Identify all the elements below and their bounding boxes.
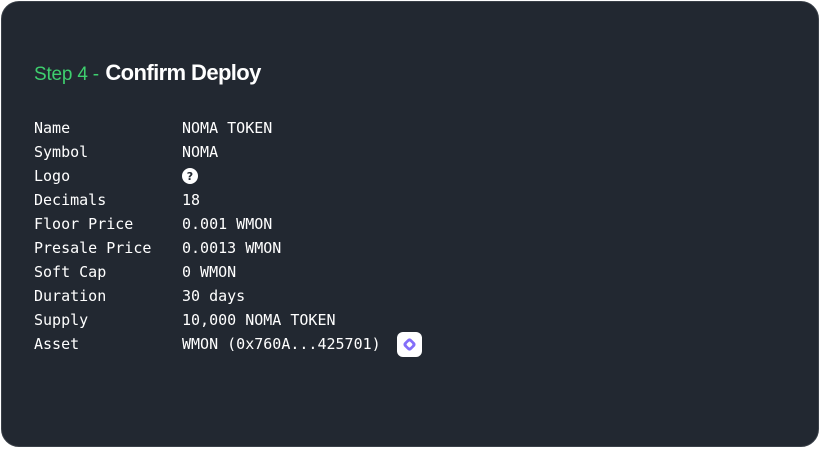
row-value: 0 WMON	[182, 263, 237, 281]
row-value: NOMA TOKEN	[182, 119, 273, 137]
monad-logo-icon[interactable]	[396, 331, 422, 357]
row-label: Soft Cap	[34, 263, 107, 281]
row-label: Symbol	[34, 143, 89, 161]
token-summary: Name NOMA TOKEN Symbol NOMA Logo ? Decim…	[34, 116, 422, 357]
confirm-deploy-card: Step 4 - Confirm Deploy Name NOMA TOKEN …	[1, 1, 819, 447]
step-indicator: Step 4 -	[34, 64, 99, 85]
row-value: WMON (0x760A...425701)	[182, 331, 422, 357]
summary-row-asset: Asset WMON (0x760A...425701)	[34, 331, 422, 357]
row-label: Duration	[34, 287, 107, 305]
summary-row-logo: Logo ?	[34, 164, 422, 188]
summary-row-soft-cap: Soft Cap 0 WMON	[34, 260, 422, 284]
row-value: 18	[182, 191, 201, 209]
row-label: Presale Price	[34, 239, 152, 257]
row-value: 10,000 NOMA TOKEN	[182, 311, 336, 329]
asset-address: WMON (0x760A...425701)	[182, 335, 381, 353]
summary-row-name: Name NOMA TOKEN	[34, 116, 422, 140]
page-title: Confirm Deploy	[105, 60, 261, 85]
row-label: Decimals	[34, 191, 107, 209]
row-label: Asset	[34, 335, 80, 353]
row-label: Supply	[34, 311, 89, 329]
summary-row-presale-price: Presale Price 0.0013 WMON	[34, 236, 422, 260]
row-value: 0.0013 WMON	[182, 239, 282, 257]
question-mark-icon[interactable]: ?	[182, 168, 198, 184]
summary-row-decimals: Decimals 18	[34, 188, 422, 212]
step-header: Step 4 - Confirm Deploy	[34, 60, 261, 86]
row-label: Floor Price	[34, 215, 134, 233]
summary-row-duration: Duration 30 days	[34, 284, 422, 308]
row-label: Logo	[34, 167, 71, 185]
row-label: Name	[34, 119, 71, 137]
row-value: NOMA	[182, 143, 219, 161]
summary-row-symbol: Symbol NOMA	[34, 140, 422, 164]
summary-row-supply: Supply 10,000 NOMA TOKEN	[34, 308, 422, 332]
row-value: 0.001 WMON	[182, 215, 273, 233]
row-value: ?	[182, 168, 198, 184]
summary-row-floor-price: Floor Price 0.001 WMON	[34, 212, 422, 236]
row-value: 30 days	[182, 287, 246, 305]
